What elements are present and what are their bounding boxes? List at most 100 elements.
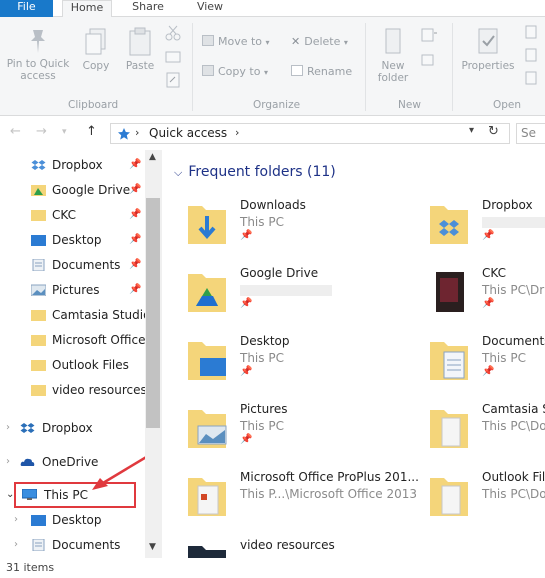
nav-item-desktop[interactable]: Desktop 📌 [0, 228, 145, 252]
pin-icon[interactable]: 📌 [129, 253, 141, 277]
new-folder-icon [385, 28, 401, 54]
chevron-right-icon[interactable]: › [6, 416, 10, 440]
redacted-location [482, 217, 545, 228]
search-placeholder: Se [521, 126, 536, 140]
scroll-down-icon[interactable]: ▼ [149, 542, 156, 552]
pin-icon[interactable]: 📌 [129, 228, 141, 252]
move-to-button[interactable]: Move to ▾ [202, 35, 270, 50]
folder-tile-microsoft-office[interactable]: Microsoft Office ProPlus 201... This P..… [162, 470, 419, 530]
folder-name: Documents [482, 334, 545, 348]
folder-tile-downloads[interactable]: Downloads This PC 📌 [162, 198, 352, 258]
outlook-folder-icon [430, 478, 468, 516]
properties-label: Properties [461, 60, 515, 72]
scrollbar-thumb[interactable] [146, 198, 160, 428]
refresh-icon[interactable]: ↻ [488, 124, 499, 139]
chevron-right-icon[interactable]: › [14, 533, 18, 557]
pin-quick-access-label: Pin to Quick access [6, 58, 70, 82]
nav-label: Dropbox [52, 158, 103, 172]
address-box[interactable]: › Quick access › ▾ ↻ [110, 123, 510, 144]
pin-icon[interactable]: 📌 [129, 153, 141, 177]
nav-item-ckc[interactable]: CKC 📌 [0, 203, 145, 227]
paste-shortcut-icon[interactable] [165, 72, 181, 88]
easy-access-icon[interactable] [420, 52, 438, 68]
frequent-folders-header[interactable]: ⌵ Frequent folders (11) [174, 164, 336, 180]
pin-quick-access-button[interactable]: Pin to Quick access [2, 27, 74, 82]
folder-tile-google-drive[interactable]: Google Drive 📌 [162, 266, 352, 326]
tab-view[interactable]: View [186, 0, 234, 17]
folder-location: This PC [482, 351, 526, 365]
nav-item-outlook-files[interactable]: Outlook Files [0, 353, 145, 377]
tab-share[interactable]: Share [122, 0, 174, 17]
properties-button[interactable]: Properties [460, 27, 516, 72]
status-bar: 31 items [0, 558, 545, 578]
rename-button[interactable]: Rename [291, 65, 352, 79]
folder-tile-outlook-files[interactable]: Outlook File This PC\Do [404, 470, 545, 530]
folder-tile-dropbox[interactable]: Dropbox 📌 [404, 198, 545, 258]
nav-label: Desktop [52, 233, 102, 247]
up-arrow-icon[interactable]: ↑ [86, 124, 97, 139]
folder-tile-pictures[interactable]: Pictures This PC 📌 [162, 402, 352, 462]
new-folder-button[interactable]: New folder [372, 27, 414, 84]
item-count: 31 items [6, 561, 55, 574]
history-icon[interactable] [524, 71, 538, 85]
ribbon-separator [365, 23, 366, 111]
scroll-up-icon[interactable]: ▲ [149, 152, 156, 162]
folder-name: Outlook File [482, 470, 545, 484]
nav-label: CKC [52, 208, 76, 222]
forward-arrow-icon[interactable]: → [36, 124, 47, 139]
nav-label: Outlook Files [52, 358, 129, 372]
folder-tile-video-resources[interactable]: video resources [162, 538, 352, 558]
recent-locations-chevron-icon[interactable]: ▾ [62, 127, 67, 137]
dropbox-icon [31, 160, 46, 170]
nav-item-dropbox[interactable]: Dropbox 📌 [0, 153, 145, 177]
nav-item-dropbox-root[interactable]: › Dropbox [0, 416, 145, 440]
nav-item-this-pc-desktop[interactable]: › Desktop [0, 508, 145, 532]
address-dropdown-icon[interactable]: ▾ [469, 125, 474, 136]
open-icon[interactable] [524, 25, 538, 39]
pin-icon[interactable]: 📌 [129, 278, 141, 302]
folder-tile-camtasia-studio[interactable]: Camtasia St This PC\Do [404, 402, 545, 462]
paste-icon [129, 27, 151, 56]
folder-location: This PC\Do [482, 487, 545, 501]
desktop-folder-icon [188, 342, 226, 380]
nav-item-camtasia-studio[interactable]: Camtasia Studio [0, 303, 150, 327]
folder-name: Pictures [240, 402, 288, 416]
pin-icon[interactable]: 📌 [129, 203, 141, 227]
dropbox-folder-icon [430, 206, 468, 244]
back-arrow-icon[interactable]: ← [10, 124, 21, 139]
documents-icon [32, 539, 45, 551]
delete-button[interactable]: ✕ Delete ▾ [291, 35, 348, 50]
folder-tile-documents[interactable]: Documents This PC 📌 [404, 334, 545, 394]
nav-label: Documents [52, 258, 121, 272]
paste-button[interactable]: Paste [120, 27, 160, 72]
edit-icon[interactable] [524, 48, 538, 62]
nav-item-pictures[interactable]: Pictures 📌 [0, 278, 145, 302]
folder-name: Downloads [240, 198, 306, 212]
copy-path-icon[interactable] [165, 50, 181, 64]
copy-button[interactable]: Copy [78, 27, 114, 72]
search-input[interactable]: Se [516, 123, 545, 144]
pin-icon [31, 30, 45, 53]
new-item-icon[interactable] [420, 27, 438, 43]
nav-item-video-resources[interactable]: video resources [0, 378, 147, 402]
copy-to-button[interactable]: Copy to ▾ [202, 65, 268, 80]
desktop-icon [31, 235, 46, 246]
nav-label: Pictures [52, 283, 100, 297]
chevron-right-icon[interactable]: › [14, 508, 18, 532]
tab-home[interactable]: Home [62, 0, 112, 18]
cut-icon[interactable] [165, 25, 181, 41]
folder-name: Dropbox [482, 198, 533, 212]
frequent-folders-title: Frequent folders (11) [188, 164, 336, 180]
pin-icon[interactable]: 📌 [129, 178, 141, 202]
nav-item-this-pc-documents[interactable]: › Documents [0, 533, 145, 557]
folder-tile-desktop[interactable]: Desktop This PC 📌 [162, 334, 352, 394]
nav-label: Google Drive [52, 183, 131, 197]
nav-item-documents[interactable]: Documents 📌 [0, 253, 145, 277]
nav-pane-scrollbar[interactable]: ▲ ▼ [145, 150, 162, 558]
copy-icon [85, 28, 106, 55]
chevron-right-icon[interactable]: › [6, 450, 10, 474]
tab-file[interactable]: File [0, 0, 53, 17]
folder-tile-ckc[interactable]: CKC This PC\Dr 📌 [404, 266, 545, 326]
nav-item-microsoft-office[interactable]: Microsoft Office [0, 328, 145, 352]
nav-item-google-drive[interactable]: Google Drive 📌 [0, 178, 145, 202]
